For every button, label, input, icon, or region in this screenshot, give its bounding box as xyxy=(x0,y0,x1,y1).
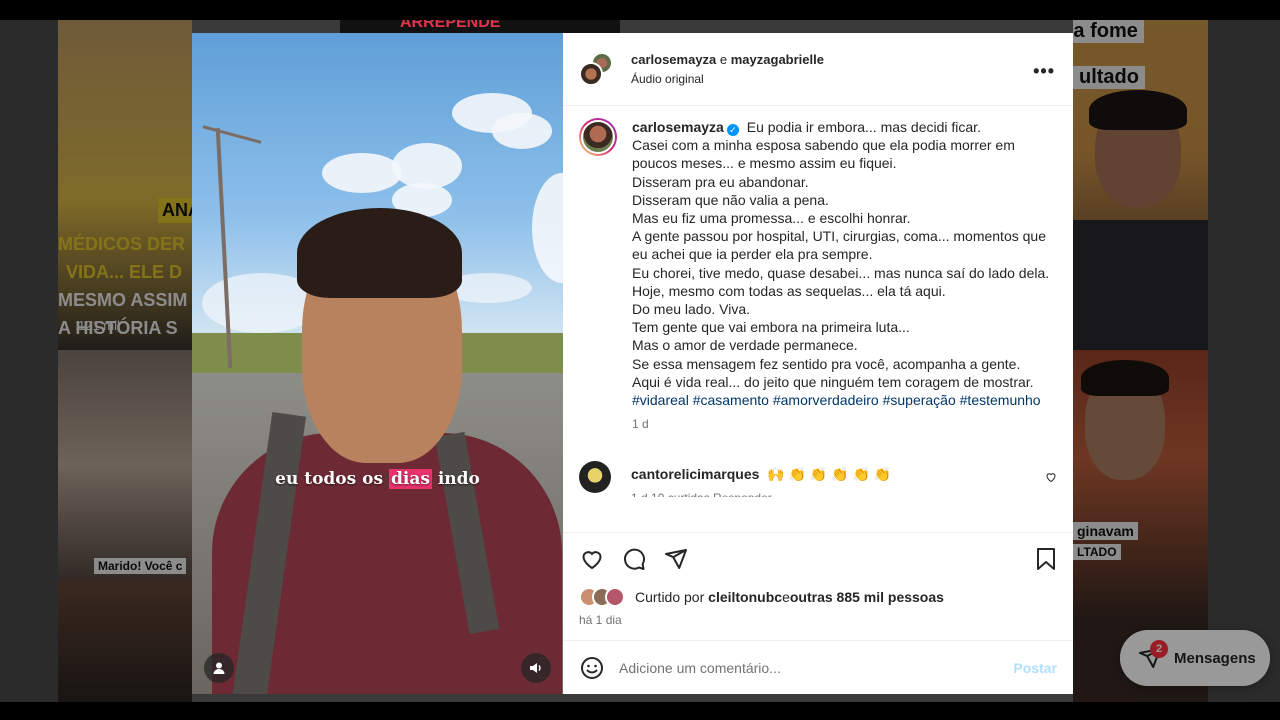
comment-icon xyxy=(624,548,645,570)
emoji-button[interactable] xyxy=(579,655,605,681)
action-bar: Curtido por cleiltonubc e outras 885 mil… xyxy=(563,532,1073,640)
bg-margin-left xyxy=(0,20,58,702)
header-user-link[interactable]: carlosemayza xyxy=(631,52,716,67)
bg-dim xyxy=(1073,20,1208,350)
post-header: carlosemayza e mayzagabrielle Áudio orig… xyxy=(563,33,1073,106)
collab-avatars[interactable] xyxy=(579,52,613,86)
comment-like-button[interactable] xyxy=(1045,471,1057,486)
avatar xyxy=(581,120,615,154)
bg-dim xyxy=(58,20,192,350)
like-button[interactable] xyxy=(579,546,605,572)
comment-text: cantorelicimarques 🙌 👏 👏 👏 👏 👏 xyxy=(631,466,891,483)
caption-line: A gente passou por hospital, UTI, cirurg… xyxy=(632,228,1046,263)
liker-avatars xyxy=(579,587,633,607)
post-date[interactable]: há 1 dia xyxy=(579,613,1057,627)
sound-toggle-button[interactable] xyxy=(521,653,551,683)
add-comment-bar: Postar xyxy=(563,640,1073,694)
post-comment-button[interactable]: Postar xyxy=(1013,660,1057,676)
bookmark-icon xyxy=(1037,548,1055,570)
audio-link[interactable]: Áudio original xyxy=(631,72,824,86)
bg-dim xyxy=(1073,350,1208,620)
header-user-link[interactable]: mayzagabrielle xyxy=(731,52,824,67)
liker-username[interactable]: cleiltonubc xyxy=(708,589,782,605)
bg-tile-left-1: ANA MÉDICOS DER VIDA... ELE D MESMO ASSI… xyxy=(58,20,192,350)
messages-button[interactable]: 2 Mensagens xyxy=(1120,630,1270,686)
caption-text: indo xyxy=(431,469,480,489)
commenter-avatar[interactable] xyxy=(579,461,611,494)
caption-line: Se essa mensagem fez sentido pra você, a… xyxy=(632,355,1021,372)
caption-line: Eu chorei, tive medo, quase desabei... m… xyxy=(632,264,1050,281)
heart-icon xyxy=(1046,473,1056,483)
hashtags[interactable]: #vidareal #casamento #amorverdadeiro #su… xyxy=(632,392,1041,408)
comment-body: 🙌 👏 👏 👏 👏 👏 xyxy=(767,466,892,483)
commenter-username[interactable]: cantorelicimarques xyxy=(631,466,759,482)
bg-margin-right xyxy=(1208,20,1280,702)
cloud xyxy=(532,173,563,283)
comment-meta: 1 d 10 curtidas Responder xyxy=(631,491,891,497)
messages-badge: 2 xyxy=(1150,640,1168,658)
letterbox-top xyxy=(0,0,1280,20)
person-hair xyxy=(297,208,462,298)
post-panel: carlosemayza e mayzagabrielle Áudio orig… xyxy=(563,33,1073,694)
caption-line: Disseram que não valia a pena. xyxy=(632,191,829,208)
street-lamp xyxy=(202,125,262,144)
avatar xyxy=(579,62,603,86)
user-icon xyxy=(213,662,225,674)
share-button[interactable] xyxy=(663,546,689,572)
comment-button[interactable] xyxy=(621,546,647,572)
header-joiner: e xyxy=(716,52,731,67)
cloud xyxy=(322,153,402,193)
comment-item: cantorelicimarques 🙌 👏 👏 👏 👏 👏 1 d 10 cu… xyxy=(579,461,1057,497)
street-pole xyxy=(215,128,233,368)
paper-plane-icon xyxy=(665,549,687,569)
tagged-user-button[interactable] xyxy=(204,653,234,683)
caption-line: Hoje, mesmo com todas as sequelas... ela… xyxy=(632,282,946,299)
likes-joiner: e xyxy=(782,589,790,605)
cloud xyxy=(392,143,462,189)
caption-line: Mas o amor de verdade permanece. xyxy=(632,337,858,354)
post-caption: carlosemayza ✓ Eu podia ir embora... mas … xyxy=(579,118,1057,433)
likes-prefix: Curtido por xyxy=(635,589,705,605)
bg-tile-top: ARREPENDE xyxy=(340,20,620,34)
bg-dim xyxy=(58,580,192,702)
comment-input[interactable] xyxy=(619,659,999,676)
caption-text: eu todos os xyxy=(275,469,389,489)
caption-line: Casei com a minha esposa sabendo que ela… xyxy=(632,137,1015,172)
likes-summary: Curtido por cleiltonubc e outras 885 mil… xyxy=(579,587,1057,607)
bg-dim xyxy=(58,350,192,580)
caption-line: Mas eu fiz uma promessa... e escolhi hon… xyxy=(632,210,911,227)
bg-tile-right-1: Você matou a fome ultado xyxy=(1073,20,1208,350)
video-caption: eu todos os dias indo xyxy=(192,469,563,489)
author-username[interactable]: carlosemayza xyxy=(632,119,724,135)
author-avatar[interactable] xyxy=(579,118,617,156)
caption-body: carlosemayza ✓ Eu podia ir embora... mas … xyxy=(632,118,1052,433)
messages-label: Mensagens xyxy=(1174,649,1256,667)
more-options-icon[interactable]: ••• xyxy=(1033,61,1055,82)
caption-line: Disseram pra eu abandonar. xyxy=(632,173,809,190)
comments-section: carlosemayza ✓ Eu podia ir embora... mas … xyxy=(563,106,1073,532)
caption-line: Do meu lado. Viva. xyxy=(632,301,751,318)
letterbox-bottom xyxy=(0,702,1280,720)
heart-icon xyxy=(582,551,602,570)
likes-count-link[interactable]: outras 885 mil pessoas xyxy=(790,589,944,605)
cloud xyxy=(492,113,552,149)
bg-tile-left-2: Marido! Você c xyxy=(58,350,192,580)
caption-line: Tem gente que vai embora na primeira lut… xyxy=(632,319,910,336)
action-icons xyxy=(579,545,1057,573)
bg-tile-text: ARREPENDE xyxy=(400,20,501,31)
post-modal: eu todos os dias indo carlosemayza e may… xyxy=(192,33,1073,694)
header-usernames: carlosemayza e mayzagabrielle xyxy=(631,52,824,67)
caption-line: Eu podia ir embora... mas decidi ficar. xyxy=(746,119,981,135)
speaker-icon xyxy=(530,663,541,673)
verified-badge-icon: ✓ xyxy=(726,124,739,136)
bg-tile-right-2: ginavam LTADO xyxy=(1073,350,1208,620)
caption-highlight: dias xyxy=(388,469,432,489)
caption-line: Aqui é vida real... do jeito que ninguém… xyxy=(632,373,1034,390)
avatar xyxy=(605,587,625,607)
save-button[interactable] xyxy=(1035,547,1057,576)
bg-tile-left-3 xyxy=(58,580,192,702)
post-timestamp[interactable]: 1 d xyxy=(632,415,1052,433)
smiley-icon xyxy=(581,656,603,679)
reel-video[interactable]: eu todos os dias indo xyxy=(192,33,563,694)
